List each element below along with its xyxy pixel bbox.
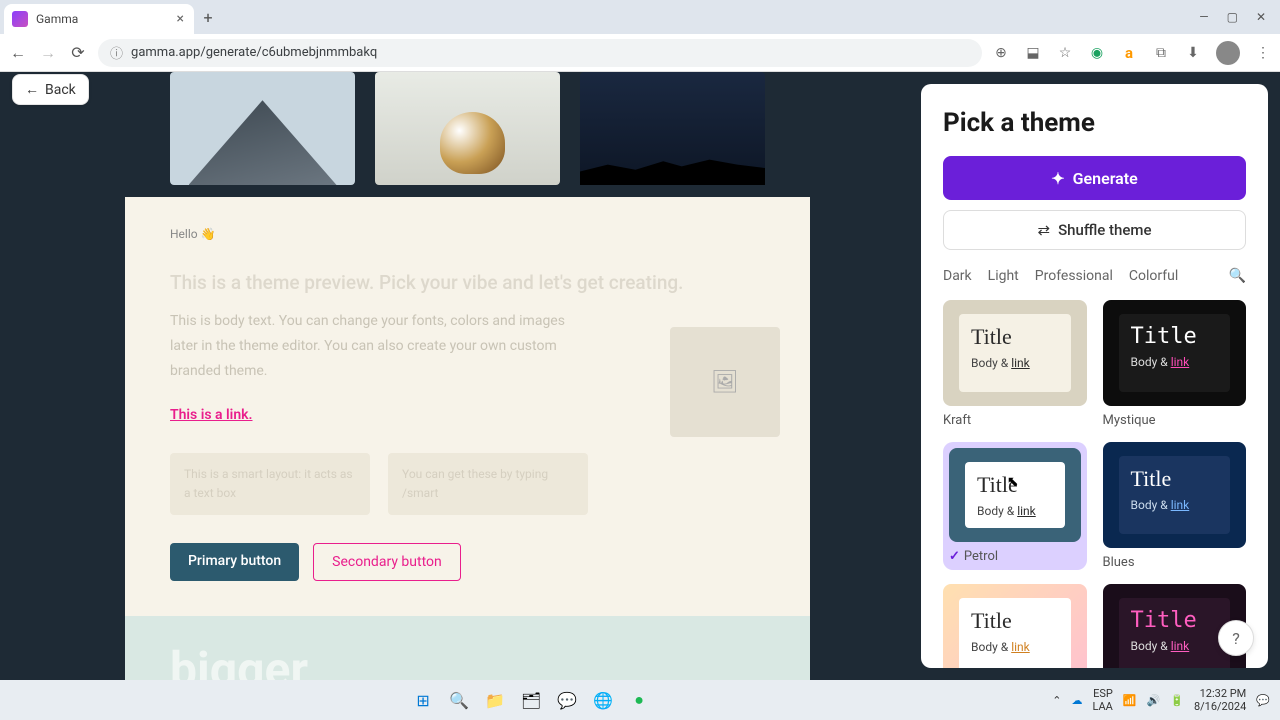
smart-layout-box: This is a smart layout: it acts as a tex…: [170, 453, 370, 515]
browser-titlebar: Gamma × + — ▢ ✕: [0, 0, 1280, 34]
hello-label: Hello 👋: [170, 227, 765, 241]
theme-name-label: Kraft: [943, 413, 1087, 428]
volume-icon[interactable]: 🔊: [1147, 694, 1161, 707]
theme-card-4[interactable]: TitleBody & link: [943, 584, 1087, 668]
theme-name-label: Mystique: [1103, 413, 1247, 428]
preview-image: [580, 72, 765, 185]
search-icon[interactable]: 🔍: [1229, 268, 1246, 284]
smart-layout-box: You can get these by typing /smart: [388, 453, 588, 515]
theme-card-Blues[interactable]: TitleBody & linkBlues: [1103, 442, 1247, 570]
sidebar-title: Pick a theme: [943, 108, 1246, 138]
wifi-icon[interactable]: 📶: [1123, 694, 1137, 707]
address-bar: ← → ⟳ ⓘ gamma.app/generate/c6ubmebjnmmba…: [0, 34, 1280, 72]
app-viewport: ← Back Hello 👋 This is a theme preview. …: [0, 72, 1280, 680]
forward-icon[interactable]: →: [38, 43, 58, 63]
theme-card-Kraft[interactable]: TitleBody & linkKraft: [943, 300, 1087, 428]
back-icon[interactable]: ←: [8, 43, 28, 63]
extensions-icon[interactable]: ⧉: [1152, 44, 1170, 62]
image-placeholder-icon: 🖼: [670, 327, 780, 437]
bookmark-icon[interactable]: ☆: [1056, 44, 1074, 62]
close-window-icon[interactable]: ✕: [1256, 10, 1266, 24]
theme-card-Petrol[interactable]: TitleBody & link⬉✓ Petrol: [943, 442, 1087, 570]
chevron-up-icon[interactable]: ⌃: [1052, 694, 1061, 707]
bigger-heading: bigger: [170, 641, 765, 680]
profile-avatar[interactable]: [1216, 41, 1240, 65]
filter-dark[interactable]: Dark: [943, 268, 972, 284]
generate-button[interactable]: ✦ Generate: [943, 156, 1246, 200]
taskbar: ⊞ 🔍 📁 🗂 💬 🌐 ● ⌃ ☁ ESPLAA 📶 🔊 🔋 12:32 PM8…: [0, 680, 1280, 720]
spotify-icon[interactable]: ●: [625, 686, 653, 714]
downloads-icon[interactable]: ⬇: [1184, 44, 1202, 62]
filter-professional[interactable]: Professional: [1035, 268, 1113, 284]
close-tab-icon[interactable]: ×: [177, 11, 184, 27]
extension-icon[interactable]: ◉: [1088, 44, 1106, 62]
preview-body: This is body text. You can change your f…: [170, 309, 570, 385]
theme-card-Mystique[interactable]: TitleBody & linkMystique: [1103, 300, 1247, 428]
language-indicator[interactable]: ESPLAA: [1092, 687, 1112, 713]
menu-icon[interactable]: ⋮: [1254, 44, 1272, 62]
onedrive-icon[interactable]: ☁: [1071, 694, 1082, 707]
battery-icon[interactable]: 🔋: [1170, 694, 1184, 707]
preview-slide: bigger This is body text. You can change…: [125, 616, 810, 680]
preview-image: [375, 72, 560, 185]
browser-tab[interactable]: Gamma ×: [4, 4, 194, 34]
secondary-button[interactable]: Secondary button: [313, 543, 461, 581]
preview-link[interactable]: This is a link.: [170, 407, 253, 423]
amazon-ext-icon[interactable]: a: [1120, 44, 1138, 62]
theme-sidebar: Pick a theme ✦ Generate ⇄ Shuffle theme …: [921, 84, 1268, 668]
search-icon[interactable]: 🔍: [445, 686, 473, 714]
url-text: gamma.app/generate/c6ubmebjnmmbakq: [131, 45, 377, 60]
notification-icon[interactable]: 💬: [1256, 694, 1270, 707]
site-info-icon[interactable]: ⓘ: [110, 43, 123, 62]
url-input[interactable]: ⓘ gamma.app/generate/c6ubmebjnmmbakq: [98, 39, 982, 67]
preview-canvas[interactable]: Hello 👋 This is a theme preview. Pick yo…: [125, 72, 810, 680]
tab-favicon: [12, 11, 28, 27]
filter-light[interactable]: Light: [988, 268, 1019, 284]
primary-button[interactable]: Primary button: [170, 543, 299, 581]
shuffle-icon: ⇄: [1038, 221, 1051, 239]
preview-image: [170, 72, 355, 185]
back-button[interactable]: ← Back: [12, 74, 89, 105]
reload-icon[interactable]: ⟳: [68, 43, 88, 62]
theme-name-label: ✓ Petrol: [949, 549, 1081, 564]
preview-title: This is a theme preview. Pick your vibe …: [170, 271, 765, 294]
shuffle-button[interactable]: ⇄ Shuffle theme: [943, 210, 1246, 250]
new-tab-button[interactable]: +: [194, 8, 222, 27]
password-icon[interactable]: ⊕: [992, 44, 1010, 62]
arrow-left-icon: ←: [25, 81, 39, 98]
preview-slide: Hello 👋 This is a theme preview. Pick yo…: [125, 197, 810, 616]
theme-name-label: Blues: [1103, 555, 1247, 570]
files-icon[interactable]: 🗂: [517, 686, 545, 714]
filter-colorful[interactable]: Colorful: [1129, 268, 1178, 284]
minimize-icon[interactable]: —: [1199, 10, 1208, 24]
start-icon[interactable]: ⊞: [409, 686, 437, 714]
maximize-icon[interactable]: ▢: [1227, 10, 1238, 24]
install-icon[interactable]: ⬓: [1024, 44, 1042, 62]
chat-icon[interactable]: 💬: [553, 686, 581, 714]
clock[interactable]: 12:32 PM8/16/2024: [1194, 687, 1246, 713]
sparkle-icon: ✦: [1051, 169, 1064, 188]
explorer-icon[interactable]: 📁: [481, 686, 509, 714]
filter-row: Dark Light Professional Colorful 🔍: [943, 268, 1246, 284]
tab-title: Gamma: [36, 12, 78, 26]
chrome-icon[interactable]: 🌐: [589, 686, 617, 714]
help-button[interactable]: ?: [1218, 620, 1254, 656]
